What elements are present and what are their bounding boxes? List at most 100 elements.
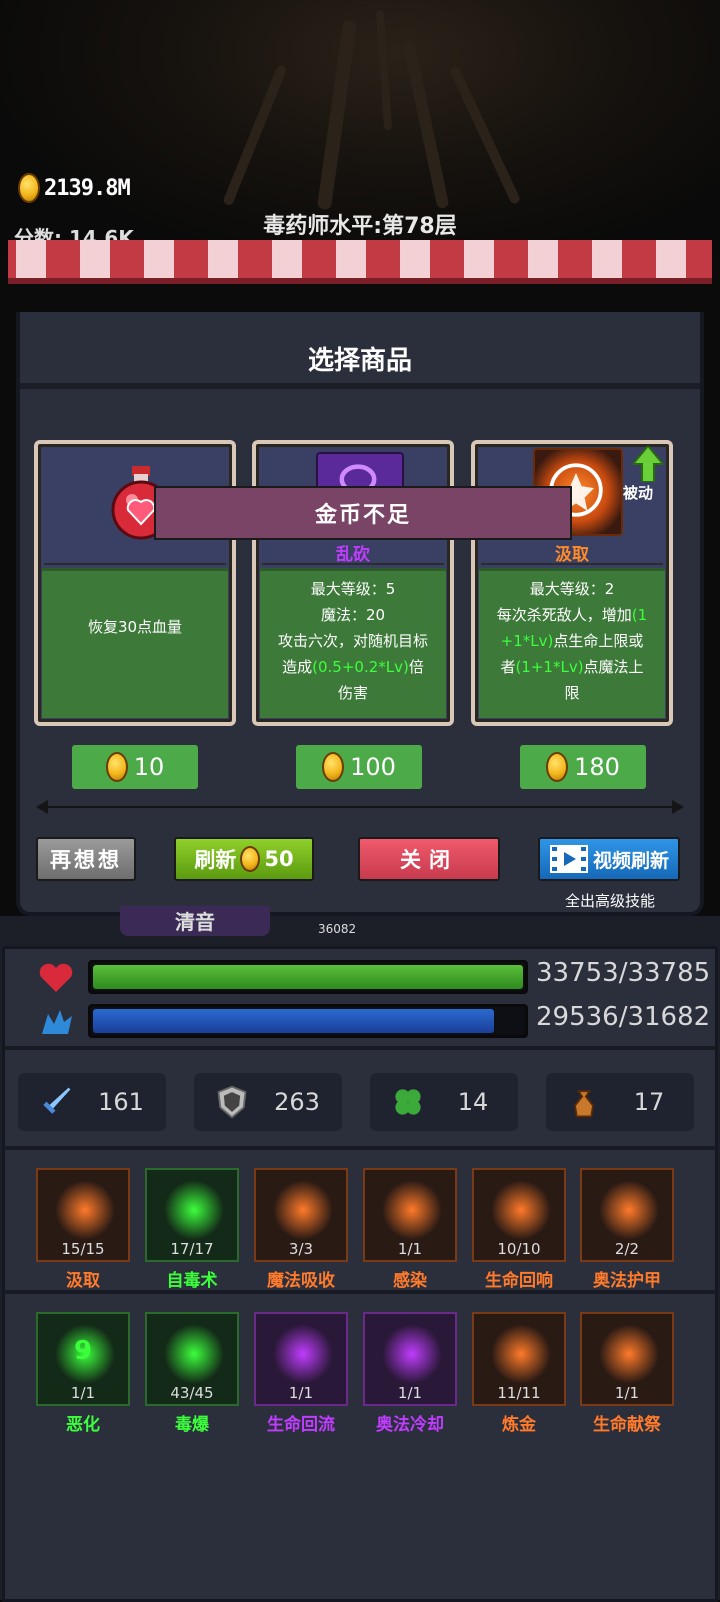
skill-slot[interactable]: 10/10 [472, 1168, 566, 1262]
divider [4, 1146, 716, 1150]
card-divider [44, 563, 226, 565]
upgrade-arrow-icon [633, 446, 663, 482]
refresh-button[interactable]: 刷新 50 [174, 837, 314, 881]
skill-slot[interactable]: 1/1 [363, 1168, 457, 1262]
skill-name: 毒爆 [175, 1415, 209, 1435]
skill-icon [164, 1324, 224, 1384]
skill-slot[interactable]: 1/1 [363, 1312, 457, 1406]
skill-name: 恶化 [66, 1415, 100, 1435]
scroll-right-arrow-icon [672, 800, 684, 814]
skill-name: 奥法冷却 [376, 1415, 444, 1435]
skill-name: 炼金 [502, 1415, 536, 1435]
skill-icon [491, 1180, 551, 1240]
skill-icon [273, 1180, 333, 1240]
money-bag-icon [574, 1090, 594, 1118]
skill-level: 1/1 [288, 1384, 314, 1402]
price-button-slash[interactable]: 100 [296, 745, 422, 789]
price-button-drain[interactable]: 180 [520, 745, 646, 789]
skill-level: 17/17 [170, 1240, 214, 1258]
skill-slot[interactable]: 9 1/1 [36, 1312, 130, 1406]
skill-slot[interactable]: 17/17 [145, 1168, 239, 1262]
skill-name: 汲取 [66, 1271, 100, 1291]
skill-name: 生命回流 [267, 1415, 335, 1435]
insufficient-gold-toast: 金币不足 [154, 486, 572, 540]
skill-level: 2/2 [614, 1240, 640, 1258]
skill-slot[interactable]: 2/2 [580, 1168, 674, 1262]
luck-stat: 14 [370, 1073, 518, 1131]
skill-slot[interactable]: 43/45 [145, 1312, 239, 1406]
shop-awning [8, 240, 712, 284]
shop-card-drain[interactable]: 被动 汲取 最大等级：2 每次杀死敌人，增加(1 +1*Lv)点生命上限或 者(… [471, 440, 673, 726]
mp-text: 29536/31682 [536, 1002, 711, 1032]
skill-level: 1/1 [397, 1384, 423, 1402]
coin-counter: 2139.8M [18, 172, 131, 204]
skill-level: 10/10 [497, 1240, 541, 1258]
divider [20, 383, 700, 389]
close-button[interactable]: 关闭 [358, 837, 500, 881]
scroll-left-arrow-icon [36, 800, 48, 814]
refresh-hint: 全出高级技能 [564, 892, 655, 910]
mp-bar-fill [93, 1009, 494, 1033]
coin-icon [105, 752, 128, 782]
skill-slot[interactable]: 1/1 [580, 1312, 674, 1406]
card-desc-area [42, 568, 228, 718]
skill-name: 生命献祭 [593, 1415, 661, 1435]
hp-bar-fill [93, 965, 523, 989]
skill-slot[interactable]: 15/15 [36, 1168, 130, 1262]
heart-icon [39, 963, 73, 992]
level-title: 毒药师水平:第78层 [263, 214, 457, 239]
card-divider [262, 563, 444, 565]
coin-icon [18, 173, 40, 203]
hp-bar [88, 960, 528, 994]
skill-slot[interactable]: 1/1 [254, 1312, 348, 1406]
skill-slot[interactable]: 3/3 [254, 1168, 348, 1262]
shop-card-slash[interactable]: 乱砍 最大等级：5 魔法：20 攻击六次，对随机目标 造成(0.5+0.2*Lv… [252, 440, 454, 726]
skill-name: 生命回响 [485, 1271, 553, 1291]
attack-stat: 161 [18, 1073, 166, 1131]
card-name: 乱砍 [336, 545, 370, 565]
card-description: 最大等级：5 魔法：20 攻击六次，对随机目标 造成(0.5+0.2*Lv)倍 … [277, 580, 428, 702]
card-name: 汲取 [555, 545, 589, 565]
divider [4, 1046, 716, 1050]
skill-icon [491, 1324, 551, 1384]
skill-level: 11/11 [497, 1384, 541, 1402]
clover-icon [395, 1089, 421, 1115]
passive-tag: 被动 [623, 484, 654, 502]
mana-icon [42, 1010, 72, 1034]
skill-badge: 9 [73, 1336, 93, 1366]
coin-amount: 2139.8M [44, 175, 131, 201]
video-icon [549, 845, 588, 873]
hidden-count: 36082 [318, 922, 357, 936]
rethink-button[interactable]: 再想想 [36, 837, 136, 881]
skill-level: 15/15 [61, 1240, 105, 1258]
skill-icon [164, 1180, 224, 1240]
gold-bag-stat: 17 [546, 1073, 694, 1131]
defense-stat: 263 [194, 1073, 342, 1131]
video-refresh-button[interactable]: 视频刷新 [538, 837, 680, 881]
hidden-tab-label: 清音 [120, 906, 270, 936]
skill-level: 1/1 [614, 1384, 640, 1402]
divider [4, 1290, 716, 1294]
card-divider [481, 563, 663, 565]
skill-level: 3/3 [288, 1240, 314, 1258]
skill-name: 魔法吸收 [267, 1271, 335, 1291]
skill-name: 奥法护甲 [593, 1271, 661, 1291]
skill-icon [599, 1180, 659, 1240]
price-button-potion[interactable]: 10 [72, 745, 198, 789]
scroll-indicator [40, 806, 680, 808]
skill-level: 1/1 [70, 1384, 96, 1402]
card-description: 恢复30点血量 [87, 618, 183, 636]
skill-slot[interactable]: 11/11 [472, 1312, 566, 1406]
skill-level: 43/45 [170, 1384, 214, 1402]
sword-icon [43, 1087, 71, 1114]
shop-card-potion[interactable]: 恢复30点血量 [34, 440, 236, 726]
shield-icon [217, 1085, 247, 1119]
skill-icon [273, 1324, 333, 1384]
coin-icon [546, 752, 569, 782]
coin-icon [240, 846, 261, 872]
skill-name: 自毒术 [166, 1271, 218, 1291]
shop-title: 选择商品 [307, 346, 412, 376]
hp-text: 33753/33785 [536, 958, 711, 988]
skill-icon [599, 1324, 659, 1384]
skill-icon [382, 1180, 442, 1240]
